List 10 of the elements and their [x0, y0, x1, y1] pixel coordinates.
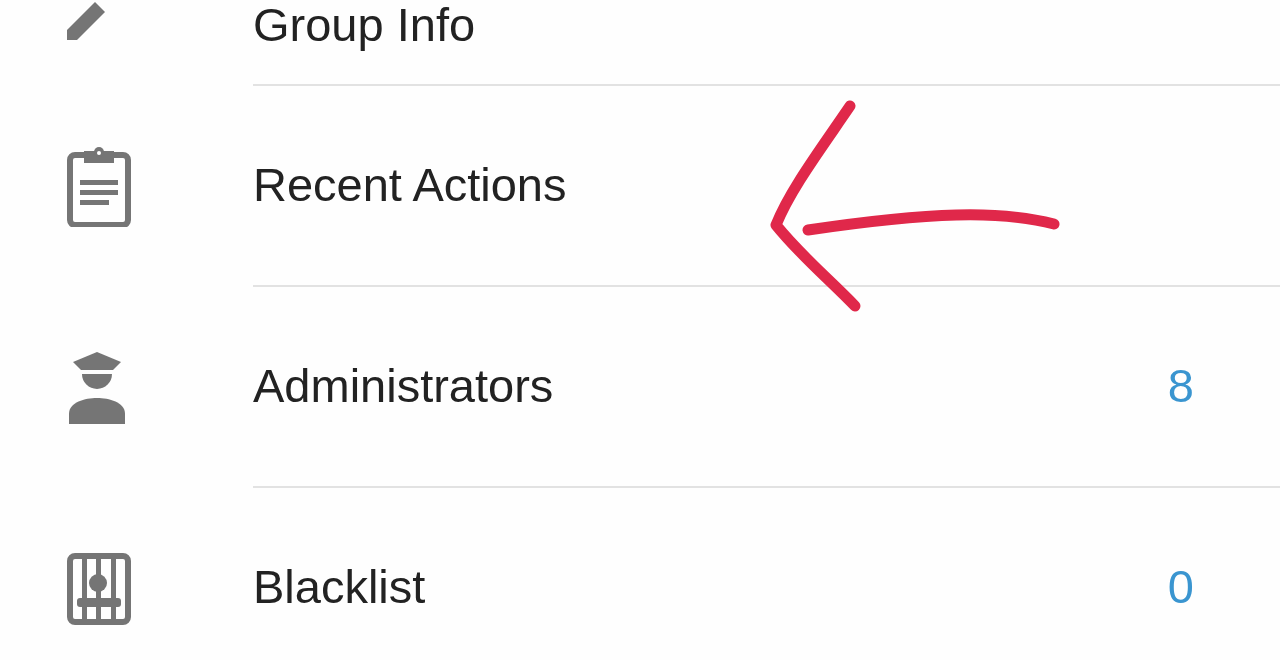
clipboard-icon [67, 146, 131, 227]
menu-item[interactable]: Blacklist [253, 559, 1168, 616]
menu-item[interactable]: Administrators [253, 358, 1168, 415]
menu-item[interactable]: Group Info [253, 0, 1194, 50]
menu-item[interactable]: Recent Actions [253, 157, 1194, 214]
police-officer-icon [67, 351, 127, 424]
count: 0 [1167, 559, 1194, 616]
pencil-icon [67, 0, 107, 40]
prison-bars-icon [67, 552, 131, 625]
count: 8 [1167, 358, 1194, 415]
